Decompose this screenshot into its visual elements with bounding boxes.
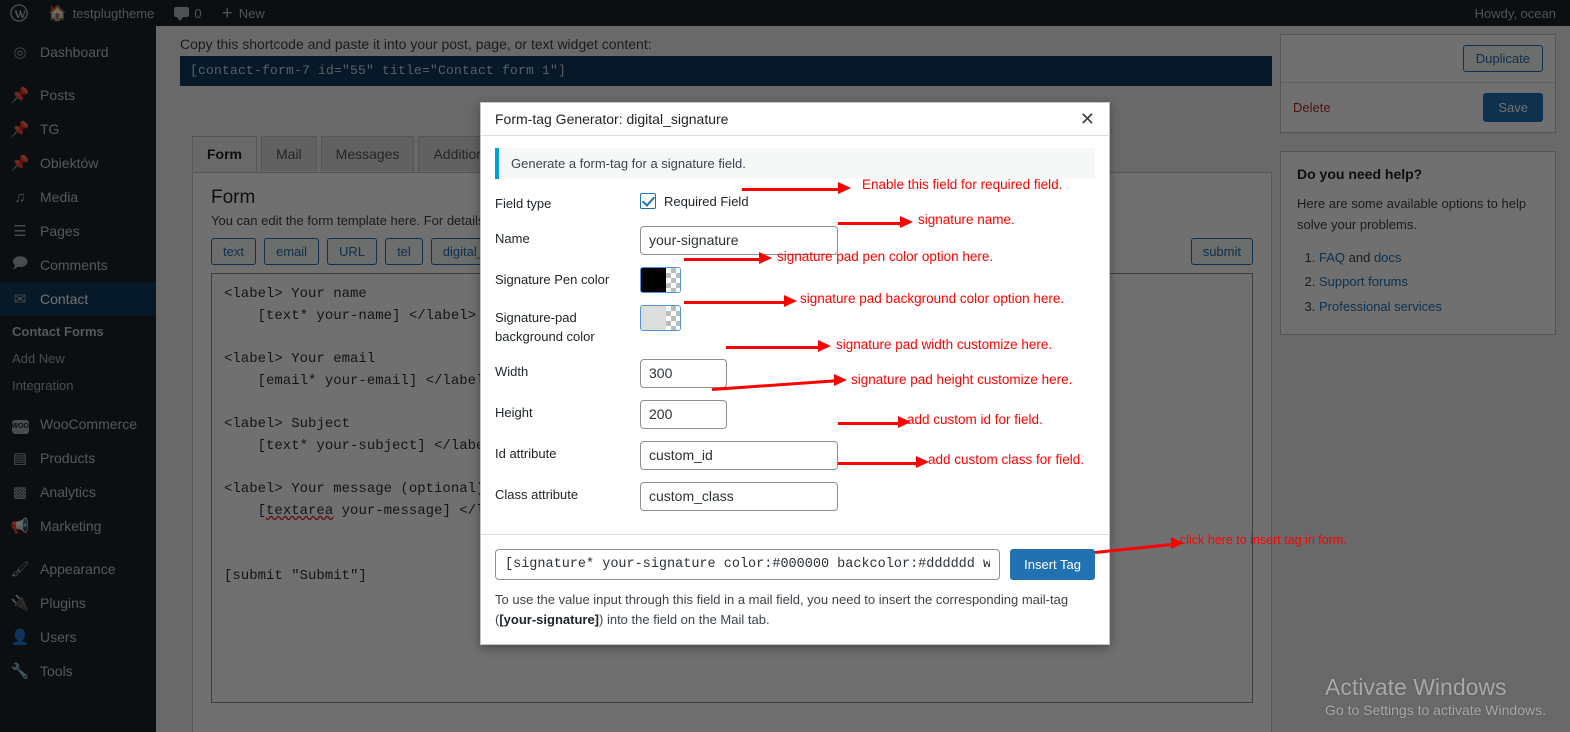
annotation-height: signature pad height customize here. <box>851 372 1073 387</box>
required-field-label: Required Field <box>664 193 749 209</box>
field-label-height: Height <box>495 404 533 420</box>
annotation-pad-background-color: signature pad background color option he… <box>800 291 1065 306</box>
modal-footer: Insert Tag To use the value input throug… <box>481 533 1109 644</box>
watermark-subtitle: Go to Settings to activate Windows. <box>1325 702 1546 718</box>
width-input[interactable] <box>640 358 727 388</box>
required-field-checkbox[interactable] <box>640 193 656 209</box>
modal-notice: Generate a form-tag for a signature fiel… <box>495 148 1095 179</box>
modal-header: Form-tag Generator: digital_signature ✕ <box>481 103 1109 136</box>
mail-tag-note-line1: To use the value input through this fiel… <box>495 591 1069 607</box>
field-row-class-attribute: Class attribute <box>495 481 1095 511</box>
screen: 🏠 testplugtheme 0 + New Howdy, ocean ◎ D… <box>0 0 1570 732</box>
pen-color-fill <box>641 267 666 292</box>
insert-tag-button[interactable]: Insert Tag <box>1010 548 1095 580</box>
annotation-insert-tag: click here to insert tag in form. <box>1180 533 1347 547</box>
close-icon[interactable]: ✕ <box>1080 110 1095 128</box>
alpha-checker-icon <box>666 305 680 330</box>
annotation-width: signature pad width customize here. <box>836 337 1053 352</box>
field-label-width: Width <box>495 363 529 379</box>
pad-background-color-swatch[interactable] <box>640 304 681 331</box>
height-input[interactable] <box>640 399 727 429</box>
watermark-title: Activate Windows <box>1325 674 1507 701</box>
pen-color-swatch[interactable] <box>640 266 681 293</box>
field-label-field-type: Field type <box>495 196 552 211</box>
alpha-checker-icon <box>666 267 680 292</box>
annotation-class-attribute: add custom class for field. <box>928 452 1085 467</box>
windows-activation-watermark: Activate Windows Go to Settings to activ… <box>1325 673 1546 718</box>
annotation-signature-name: signature name. <box>918 212 1015 227</box>
field-label-pen-color: Signature Pen color <box>495 271 610 287</box>
paren-close: ) into the field on the Mail tab. <box>599 611 770 627</box>
modal-title: Form-tag Generator: digital_signature <box>495 111 729 127</box>
tag-row: Insert Tag <box>495 548 1095 580</box>
field-label-name: Name <box>495 230 530 246</box>
mail-tag-note: To use the value input through this fiel… <box>495 590 1095 630</box>
generated-tag-input[interactable] <box>495 548 1001 580</box>
mail-tag-note-line2: ([your-signature]) into the field on the… <box>495 612 770 627</box>
field-row-pen-color: Signature Pen color <box>495 266 1095 293</box>
field-row-field-type: Field type Required Field <box>495 191 1095 214</box>
modal-body: Generate a form-tag for a signature fiel… <box>481 136 1109 534</box>
field-label-pad-bg-color: Signature-pad background color <box>495 309 595 344</box>
field-label-id-attribute: Id attribute <box>495 445 557 461</box>
pad-background-color-fill <box>641 305 666 330</box>
class-attribute-input[interactable] <box>640 481 838 511</box>
annotation-pen-color: signature pad pen color option here. <box>777 249 994 264</box>
annotation-id-attribute: add custom id for field. <box>907 412 1043 427</box>
annotation-required-field: Enable this field for required field. <box>862 177 1063 192</box>
required-field-checkbox-group[interactable]: Required Field <box>640 191 749 209</box>
id-attribute-input[interactable] <box>640 440 838 470</box>
mail-tag-code: [your-signature] <box>499 611 600 627</box>
field-label-class-attribute: Class attribute <box>495 486 579 502</box>
